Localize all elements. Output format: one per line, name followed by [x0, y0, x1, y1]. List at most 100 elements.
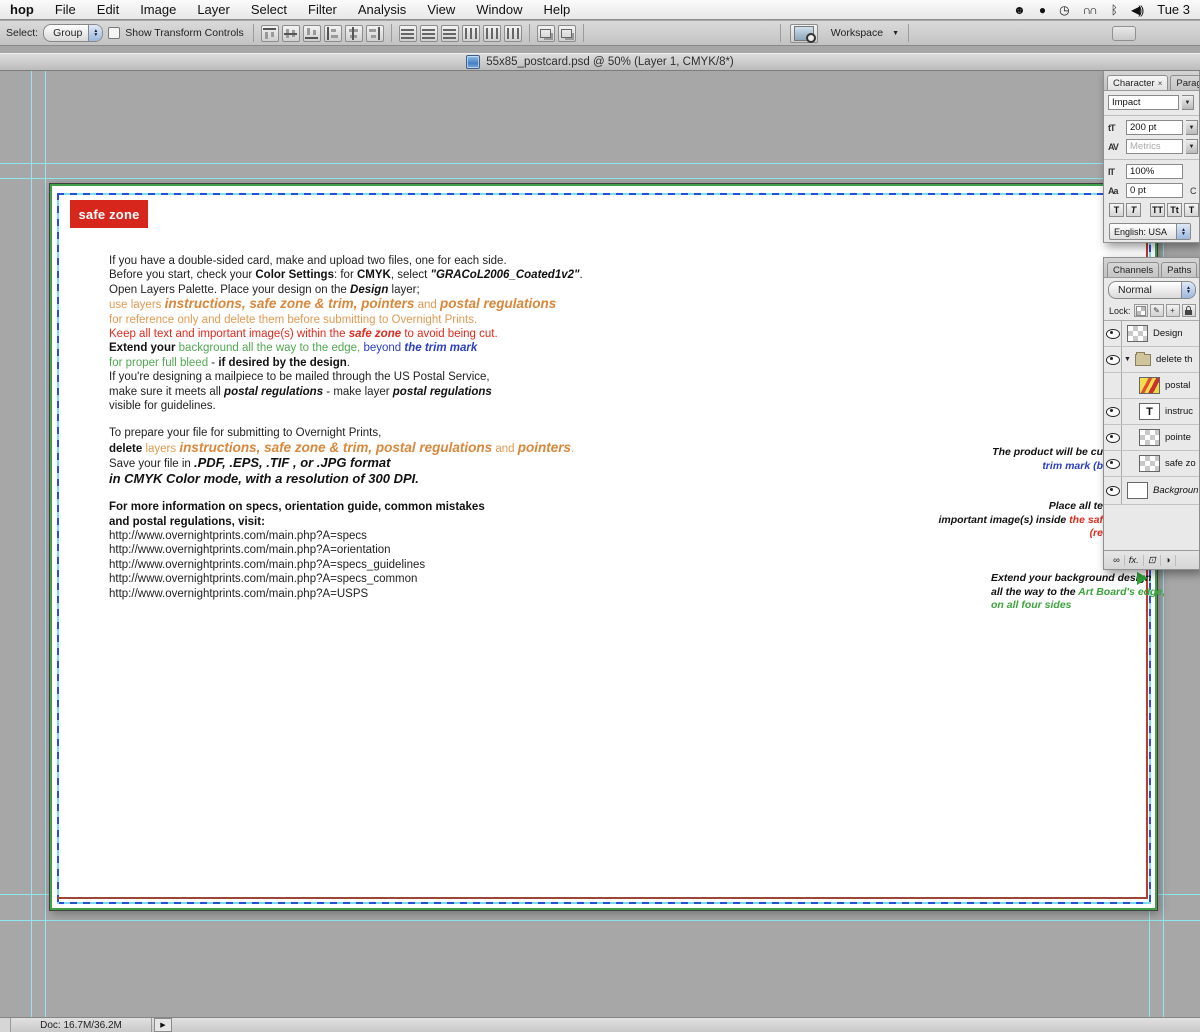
align-right-edges-button[interactable] — [366, 25, 384, 42]
layer-thumbnail[interactable] — [1139, 377, 1160, 394]
volume-icon[interactable]: ◀)) — [1131, 3, 1142, 17]
layer-row[interactable]: Tinstruc — [1104, 399, 1199, 425]
tab-channels[interactable]: Channels — [1107, 262, 1159, 277]
expand-caret-icon[interactable]: ▼ — [1122, 356, 1133, 363]
visibility-cell[interactable] — [1104, 399, 1122, 424]
layer-thumbnail[interactable] — [1139, 455, 1160, 472]
menu-item-hop[interactable]: hop — [10, 2, 34, 17]
align-horizontal-centers-button[interactable] — [345, 25, 363, 42]
guide-horizontal[interactable] — [0, 178, 1200, 179]
layer-row[interactable]: Design — [1104, 321, 1199, 347]
layer-name[interactable]: pointe — [1165, 432, 1191, 443]
link-layers-icon[interactable]: ∞ — [1109, 555, 1125, 566]
font-size-field[interactable]: 200 pt — [1126, 120, 1183, 135]
baseline-shift-field[interactable]: 0 pt — [1126, 183, 1183, 198]
distribute-vertical-centers-button[interactable] — [420, 25, 438, 42]
menu-item-analysis[interactable]: Analysis — [358, 2, 406, 17]
vertical-scale-field[interactable]: 100% — [1126, 164, 1183, 179]
tab-paragraph[interactable]: Paragrap — [1170, 75, 1200, 90]
visibility-cell[interactable] — [1104, 373, 1122, 398]
record-icon[interactable]: ● — [1039, 3, 1044, 17]
menu-item-edit[interactable]: Edit — [97, 2, 119, 17]
font-family-field[interactable]: Impact — [1108, 95, 1179, 110]
layer-row[interactable]: Backgroun — [1104, 477, 1199, 505]
auto-align-layers-button[interactable] — [537, 25, 555, 42]
workspace-caret-icon[interactable]: ▼ — [892, 30, 899, 37]
guide-horizontal[interactable] — [0, 163, 1200, 164]
distribute-left-edges-button[interactable] — [462, 25, 480, 42]
time-machine-icon[interactable]: ◷ — [1059, 3, 1067, 17]
bridge-button[interactable] — [790, 24, 818, 43]
document-title-bar[interactable]: 55x85_postcard.psd @ 50% (Layer 1, CMYK/… — [0, 53, 1200, 71]
status-menu-arrow[interactable]: ▶ — [154, 1018, 172, 1032]
font-family-dropdown-icon[interactable]: ▼ — [1182, 95, 1194, 110]
distribute-horizontal-centers-button[interactable] — [483, 25, 501, 42]
binoculars-icon[interactable]: ∩∩ — [1083, 3, 1096, 17]
layer-name[interactable]: postal — [1165, 380, 1190, 391]
eye-icon[interactable] — [1106, 407, 1120, 417]
align-vertical-centers-button[interactable] — [282, 25, 300, 42]
menu-item-window[interactable]: Window — [476, 2, 522, 17]
layer-name[interactable]: safe zo — [1165, 458, 1196, 469]
new-adjustment-layer-icon[interactable]: ◑ — [1161, 555, 1176, 566]
layer-thumbnail[interactable] — [1127, 482, 1148, 499]
language-select[interactable]: English: USA ▲▼ — [1109, 223, 1191, 240]
layer-thumbnail[interactable] — [1139, 429, 1160, 446]
layer-name[interactable]: Design — [1153, 328, 1183, 339]
layer-name[interactable]: Backgroun — [1153, 485, 1198, 496]
faux-bold-button[interactable]: T — [1109, 203, 1124, 217]
eye-icon[interactable] — [1106, 329, 1120, 339]
lock-image-button[interactable]: ✎ — [1150, 304, 1164, 317]
font-size-dropdown-icon[interactable]: ▼ — [1186, 120, 1198, 135]
guide-vertical[interactable] — [45, 71, 46, 1017]
all-caps-button[interactable]: TT — [1150, 203, 1165, 217]
group-select[interactable]: Group ▲▼ — [43, 24, 103, 42]
layer-mask-icon[interactable]: ⊡ — [1144, 555, 1161, 566]
kerning-field[interactable]: Metrics — [1126, 139, 1183, 154]
menu-item-file[interactable]: File — [55, 2, 76, 17]
zoom-field-fragment[interactable] — [0, 1018, 11, 1032]
eye-icon[interactable] — [1106, 486, 1120, 496]
align-bottom-edges-button[interactable] — [303, 25, 321, 42]
menu-item-view[interactable]: View — [427, 2, 455, 17]
auto-blend-layers-button[interactable] — [558, 25, 576, 42]
palette-well-button[interactable] — [1112, 26, 1136, 41]
faux-italic-button[interactable]: T — [1126, 203, 1141, 217]
eye-icon[interactable] — [1106, 459, 1120, 469]
layer-row[interactable]: pointe — [1104, 425, 1199, 451]
lock-transparency-button[interactable] — [1134, 304, 1148, 317]
eye-icon[interactable] — [1106, 433, 1120, 443]
bluetooth-icon[interactable]: ᛒ — [1111, 3, 1116, 17]
menu-item-layer[interactable]: Layer — [197, 2, 230, 17]
distribute-top-edges-button[interactable] — [399, 25, 417, 42]
visibility-cell[interactable] — [1104, 451, 1122, 476]
guide-vertical[interactable] — [31, 71, 32, 1017]
align-top-edges-button[interactable] — [261, 25, 279, 42]
tab-close-icon[interactable]: × — [1158, 79, 1163, 88]
tab-paths[interactable]: Paths — [1161, 262, 1197, 277]
superscript-button[interactable]: T — [1184, 203, 1199, 217]
small-caps-button[interactable]: Tt — [1167, 203, 1182, 217]
layer-name[interactable]: delete th — [1156, 354, 1192, 365]
distribute-right-edges-button[interactable] — [504, 25, 522, 42]
visibility-cell[interactable] — [1104, 425, 1122, 450]
layer-thumbnail[interactable]: T — [1139, 403, 1160, 420]
kerning-dropdown-icon[interactable]: ▼ — [1186, 139, 1198, 154]
guide-horizontal[interactable] — [0, 920, 1200, 921]
user-menu-icon[interactable]: ☻ — [1013, 3, 1024, 17]
layer-name[interactable]: instruc — [1165, 406, 1193, 417]
layer-row[interactable]: postal — [1104, 373, 1199, 399]
tab-character[interactable]: Character × — [1107, 75, 1168, 90]
menu-bar-clock[interactable]: Tue 3 — [1157, 2, 1190, 17]
workspace-label[interactable]: Workspace — [831, 27, 883, 39]
visibility-cell[interactable] — [1104, 321, 1122, 346]
align-left-edges-button[interactable] — [324, 25, 342, 42]
lock-all-button[interactable] — [1182, 304, 1196, 317]
layer-thumbnail[interactable] — [1127, 325, 1148, 342]
eye-icon[interactable] — [1106, 355, 1120, 365]
canvas[interactable]: safe zone If you have a double-sided car… — [49, 183, 1158, 911]
show-transform-controls-checkbox[interactable] — [108, 27, 120, 39]
menu-item-image[interactable]: Image — [140, 2, 176, 17]
lock-position-button[interactable]: + — [1166, 304, 1180, 317]
menu-item-help[interactable]: Help — [544, 2, 571, 17]
